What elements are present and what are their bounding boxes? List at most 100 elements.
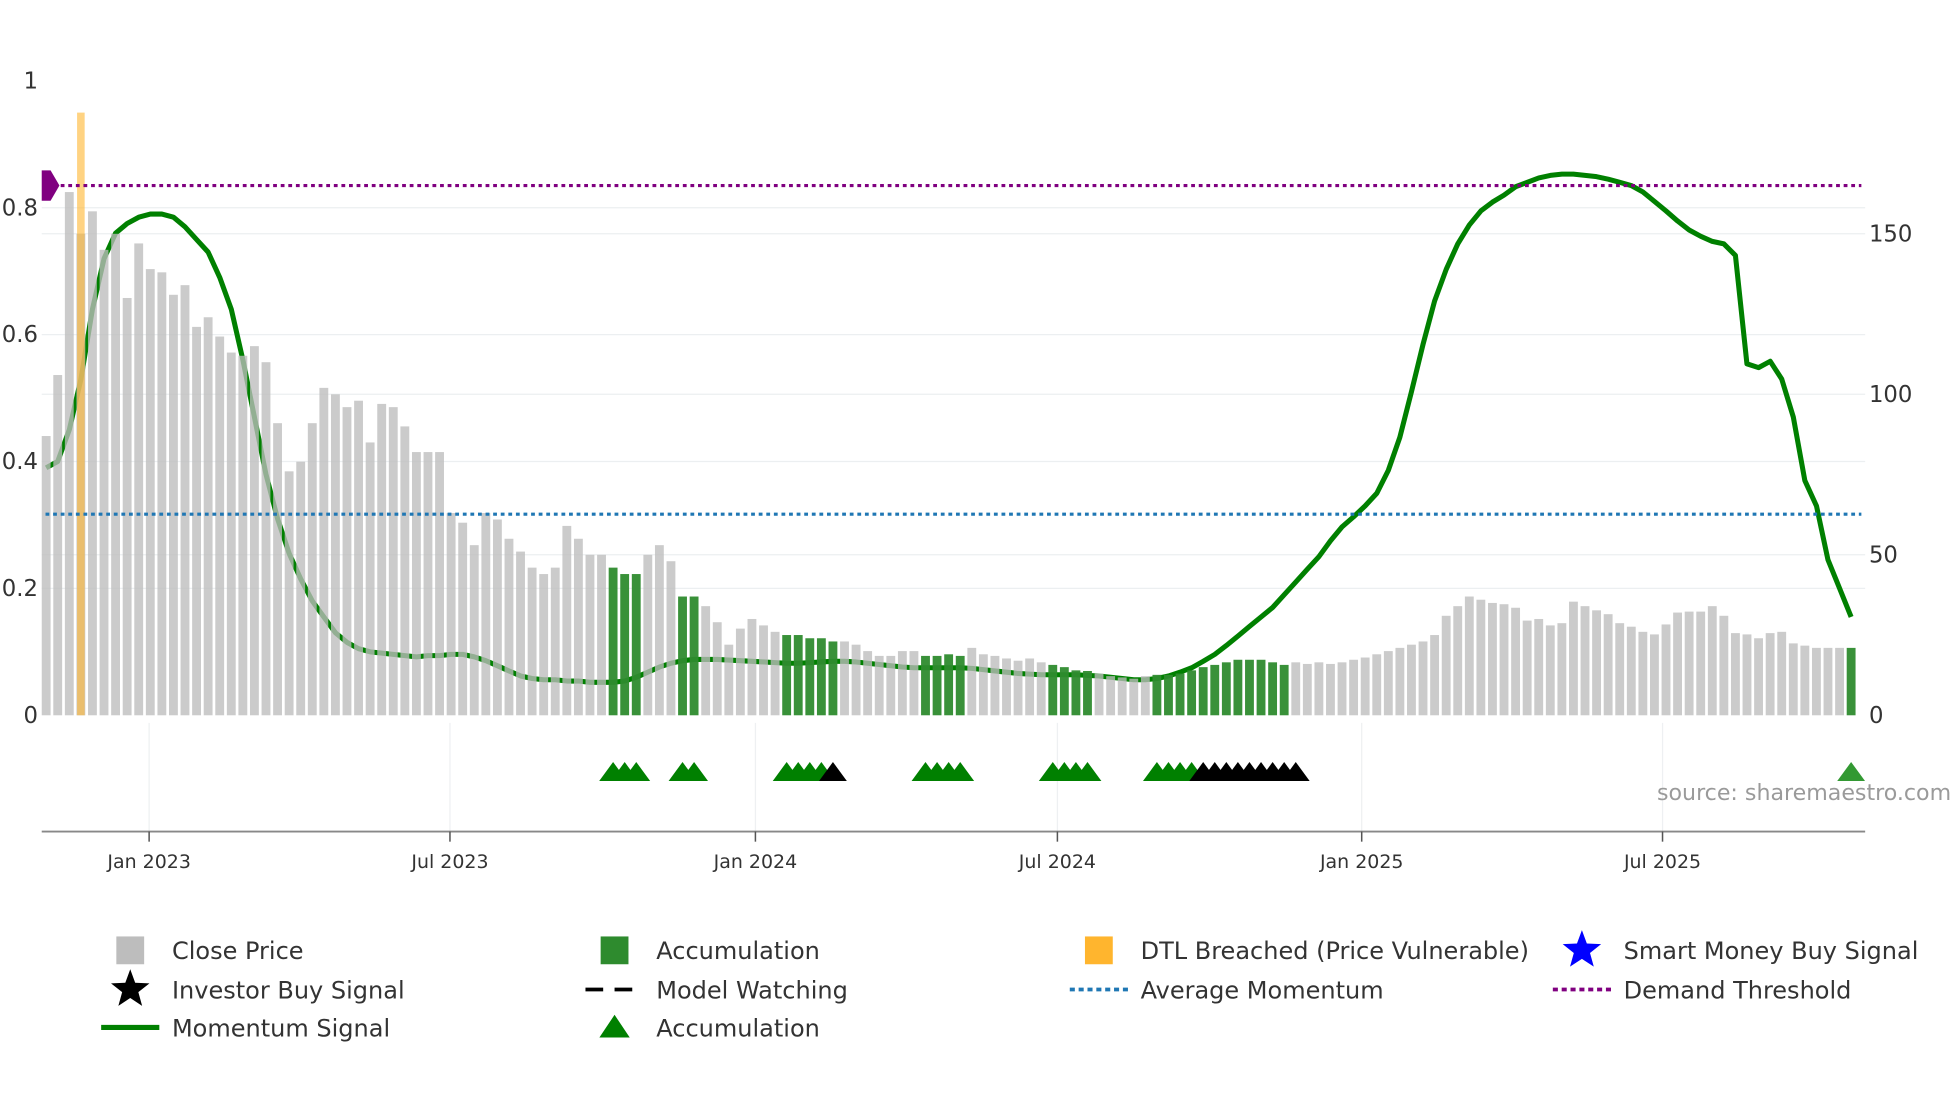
- close-price-bar: [851, 644, 861, 716]
- accumulation-bar: [1152, 674, 1162, 716]
- close-price-bar: [64, 192, 74, 716]
- legend-swatch-icon: [600, 936, 629, 965]
- close-price-bar: [435, 452, 444, 716]
- close-price-bar: [585, 554, 595, 716]
- close-price-bar: [88, 211, 97, 716]
- x-tick-label: Jul 2023: [410, 851, 488, 873]
- close-price-bar: [897, 651, 907, 716]
- close-price-bar: [1418, 641, 1428, 716]
- right-y-tick-label: 50: [1869, 542, 1898, 568]
- demand-threshold-marker: [41, 170, 60, 201]
- close-price-bar: [573, 538, 583, 716]
- close-price-bar: [99, 249, 109, 716]
- close-price-bar: [1545, 625, 1555, 716]
- close-price-bar: [1499, 604, 1509, 716]
- right-y-tick-label: 0: [1869, 703, 1883, 729]
- accumulation-bar: [1048, 664, 1058, 716]
- close-price-bar: [169, 294, 178, 716]
- close-price-bar: [192, 326, 201, 716]
- close-price-bar: [770, 631, 780, 716]
- legend-label: Investor Buy Signal: [172, 976, 405, 1004]
- close-price-bar: [643, 554, 653, 716]
- x-tick-label: Jul 2024: [1018, 851, 1096, 873]
- accumulation-bar: [631, 574, 641, 716]
- left-y-tick-label: 0.2: [2, 576, 38, 602]
- accumulation-bar: [1198, 667, 1208, 716]
- accumulation-bar: [1268, 662, 1278, 716]
- close-price-bar: [134, 243, 144, 716]
- close-price-bar: [307, 423, 317, 716]
- legend-item: Accumulation: [600, 936, 820, 965]
- close-price-bar: [1684, 611, 1694, 716]
- close-price-bar: [226, 352, 236, 716]
- close-price-bar: [550, 567, 560, 716]
- close-price-bar: [1326, 663, 1335, 716]
- close-price-bar: [238, 355, 248, 716]
- close-price-bar: [388, 407, 398, 716]
- close-price-bar: [1117, 677, 1127, 716]
- accumulation-bar: [689, 596, 699, 716]
- accumulation-bar: [932, 655, 942, 716]
- accumulation-marker: [1837, 762, 1866, 782]
- close-price-bar: [1626, 626, 1636, 716]
- close-price-bar: [122, 297, 132, 716]
- legend-item: Demand Threshold: [1552, 976, 1852, 1004]
- close-price-bar: [481, 513, 491, 716]
- left-y-tick-label: 0.8: [2, 195, 38, 221]
- x-tick-label: Jan 2024: [713, 851, 798, 873]
- close-price-bar: [423, 452, 433, 716]
- close-price-bar: [1291, 662, 1301, 716]
- legend-label: Demand Threshold: [1624, 976, 1852, 1004]
- close-price-bar: [516, 551, 525, 716]
- accumulation-bar: [678, 596, 687, 716]
- legend-item: Investor Buy Signal: [111, 969, 405, 1006]
- accumulation-bar: [1083, 670, 1092, 716]
- legend-label: Close Price: [172, 937, 304, 965]
- close-price-bar: [1592, 610, 1602, 716]
- close-price-bar: [1823, 647, 1833, 716]
- close-price-bar: [1696, 611, 1706, 716]
- right-y-tick-label: 100: [1869, 382, 1912, 408]
- close-price-bar: [492, 519, 502, 716]
- close-price-bar: [539, 574, 549, 716]
- x-tick-label: Jul 2025: [1623, 851, 1701, 873]
- close-price-bar: [874, 655, 884, 716]
- close-price-bar: [654, 545, 664, 716]
- accumulation-bar: [1187, 670, 1197, 716]
- close-price-bar: [1395, 647, 1405, 716]
- close-price-bar: [1661, 624, 1671, 716]
- close-price-bar: [446, 513, 456, 716]
- close-price-bar: [1476, 599, 1486, 716]
- close-price-bar: [747, 618, 757, 716]
- chart: Jan 2023 Jul 2023 Jan 2024 Jul 2024 Jan 2025…: [2, 68, 1951, 1042]
- close-price-bar: [863, 651, 873, 716]
- close-price-bar: [1742, 634, 1752, 716]
- close-price-bar: [1569, 601, 1578, 716]
- accumulation-bar: [1279, 664, 1289, 716]
- accumulation-bar: [608, 567, 618, 716]
- close-price-bar: [354, 400, 363, 716]
- close-price-bar: [1441, 615, 1451, 716]
- legend-item: Smart Money Buy Signal: [1562, 930, 1918, 967]
- momentum-layer: [44, 171, 1854, 685]
- accumulation-bar: [805, 638, 815, 716]
- legend-label: Model Watching: [656, 976, 848, 1004]
- triangle-icon: [599, 1014, 630, 1038]
- close-price-bar: [909, 651, 919, 716]
- close-price-bar: [1638, 631, 1648, 716]
- close-price-bar: [469, 545, 479, 716]
- close-price-bar: [1719, 615, 1729, 716]
- legend-label: Average Momentum: [1141, 976, 1384, 1004]
- star-icon: [1562, 930, 1602, 967]
- close-price-bar: [377, 403, 387, 716]
- close-price-bar: [1036, 662, 1046, 716]
- legend-item: DTL Breached (Price Vulnerable): [1084, 936, 1529, 965]
- close-price-bar: [296, 461, 306, 716]
- accumulation-bar: [782, 635, 792, 716]
- legend-swatch-icon: [1084, 936, 1113, 965]
- close-price-bar: [1383, 651, 1393, 716]
- close-price-bar: [1407, 644, 1416, 716]
- legend-label: Momentum Signal: [172, 1014, 390, 1042]
- close-price-bar: [978, 654, 988, 716]
- close-price-bar: [1788, 643, 1798, 716]
